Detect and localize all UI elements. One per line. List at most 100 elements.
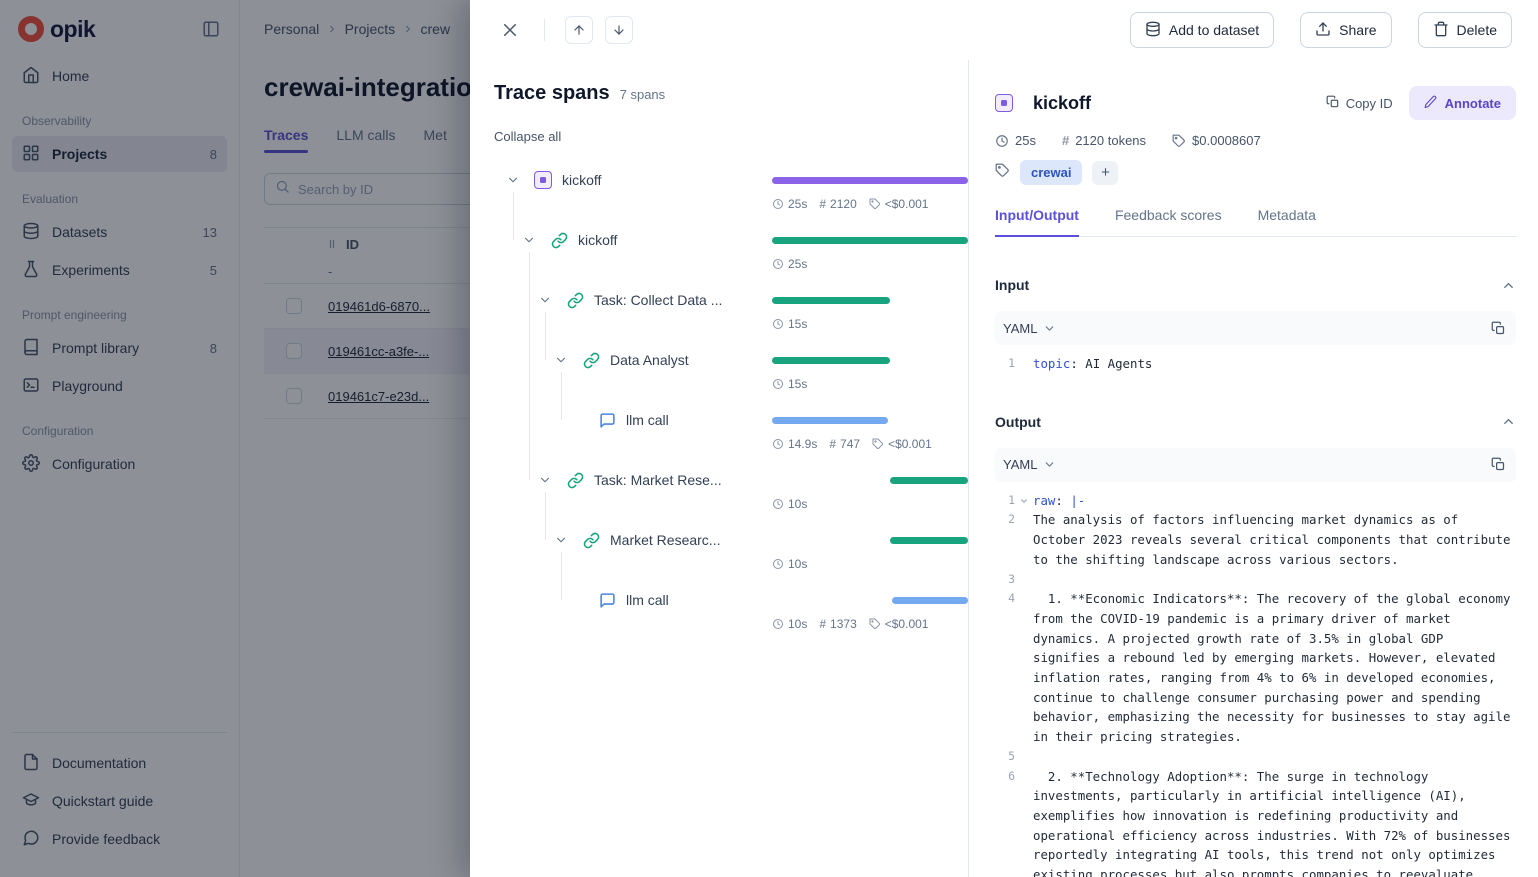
code-line: 2 The analysis of factors influencing ma…: [995, 510, 1516, 569]
output-format-bar: YAML: [995, 448, 1516, 482]
span-label: llm call: [626, 592, 669, 608]
hash-icon: #: [829, 437, 836, 451]
span-stats: 15s: [772, 317, 807, 331]
database-plus-icon: [1145, 21, 1161, 40]
format-select[interactable]: YAML: [1003, 457, 1056, 472]
span-stats: 25s #2120 <$0.001: [772, 197, 928, 211]
clock-icon: [772, 198, 784, 210]
span-label: kickoff: [578, 232, 617, 248]
span-row[interactable]: kickoff 25s: [494, 226, 944, 286]
fold-icon[interactable]: [1015, 491, 1033, 511]
copy-icon[interactable]: [1491, 321, 1506, 336]
copy-icon: [1326, 95, 1340, 112]
format-select[interactable]: YAML: [1003, 321, 1056, 336]
trace-cost: $0.0008607: [1192, 133, 1261, 148]
tab-metadata[interactable]: Metadata: [1258, 207, 1316, 236]
format-label: YAML: [1003, 321, 1037, 336]
button-label: Annotate: [1445, 96, 1501, 111]
span-label: Task: Collect Data ...: [594, 292, 722, 308]
close-icon[interactable]: [496, 16, 524, 44]
chat-bubble-icon: [598, 591, 616, 609]
span-label: kickoff: [562, 172, 601, 188]
arrow-up-button[interactable]: [565, 16, 593, 44]
annotate-button[interactable]: Annotate: [1409, 86, 1516, 120]
span-row[interactable]: kickoff 25s #2120 <$0.001: [494, 166, 944, 226]
span-row[interactable]: Market Researc... 10s: [494, 526, 944, 586]
duration-bar: [772, 417, 968, 424]
collapse-all-button[interactable]: Collapse all: [494, 129, 561, 144]
trace-icon: [995, 94, 1013, 112]
duration-bar: [772, 597, 968, 604]
span-row[interactable]: Task: Market Rese... 10s: [494, 466, 944, 526]
output-code-block: 1 raw: |- 2 The analysis of factors infl…: [995, 491, 1516, 877]
span-label: Market Researc...: [610, 532, 720, 548]
chevron-down-icon[interactable]: [537, 472, 553, 488]
link-icon: [582, 351, 600, 369]
add-to-dataset-button[interactable]: Add to dataset: [1130, 12, 1274, 48]
price-tag-icon: [1172, 134, 1186, 148]
trace-icon: [534, 171, 552, 189]
drawer-toolbar: Add to dataset Share Delete: [470, 0, 1538, 60]
arrow-down-button[interactable]: [605, 16, 633, 44]
duration-bar: [772, 237, 968, 244]
tag-crewai[interactable]: crewai: [1020, 160, 1082, 185]
code-line: 6 2. **Technology Adoption**: The surge …: [995, 767, 1516, 877]
tab-feedback-scores[interactable]: Feedback scores: [1115, 207, 1222, 236]
trace-tags: crewai +: [995, 160, 1516, 185]
span-row[interactable]: Data Analyst 15s: [494, 346, 944, 406]
copy-id-button[interactable]: Copy ID: [1326, 95, 1393, 112]
clock-icon: [772, 258, 784, 270]
span-label: llm call: [626, 412, 669, 428]
hash-icon: #: [819, 617, 826, 631]
output-section-header[interactable]: Output: [995, 414, 1516, 430]
duration-bar: [772, 357, 968, 364]
duration-bar: [772, 177, 968, 184]
input-section-header[interactable]: Input: [995, 277, 1516, 293]
span-stats: 14.9s #747 <$0.001: [772, 437, 932, 451]
app-root: opik Home Observability Projects 8 Evalu…: [0, 0, 1538, 877]
button-label: Share: [1339, 22, 1376, 38]
chevron-down-icon[interactable]: [553, 532, 569, 548]
clock-icon: [995, 134, 1009, 148]
chevron-up-icon[interactable]: [1501, 414, 1516, 429]
hash-icon: #: [1062, 133, 1069, 148]
link-icon: [566, 471, 584, 489]
delete-button[interactable]: Delete: [1418, 12, 1512, 48]
code-line: 3: [995, 570, 1516, 590]
trace-stats: 25s #2120 tokens $0.0008607: [995, 133, 1516, 148]
price-tag-icon: [869, 618, 881, 630]
input-heading: Input: [995, 277, 1029, 293]
code-line: 1 raw: |-: [995, 491, 1516, 511]
share-button[interactable]: Share: [1300, 12, 1391, 48]
add-tag-button[interactable]: +: [1092, 161, 1118, 185]
chevron-down-icon[interactable]: [505, 172, 521, 188]
trash-icon: [1433, 21, 1449, 40]
share-icon: [1315, 21, 1331, 40]
span-label: Data Analyst: [610, 352, 689, 368]
tag-icon: [995, 163, 1010, 183]
chevron-down-icon[interactable]: [553, 352, 569, 368]
span-stats: 25s: [772, 257, 807, 271]
clock-icon: [772, 378, 784, 390]
link-icon: [566, 291, 584, 309]
span-row[interactable]: llm call 14.9s #747 <$0.001: [494, 406, 944, 466]
input-format-bar: YAML: [995, 311, 1516, 345]
duration-bar: [772, 477, 968, 484]
span-row[interactable]: Task: Collect Data ... 15s: [494, 286, 944, 346]
output-heading: Output: [995, 414, 1041, 430]
chevron-up-icon[interactable]: [1501, 278, 1516, 293]
price-tag-icon: [872, 438, 884, 450]
clock-icon: [772, 318, 784, 330]
tab-input-output[interactable]: Input/Output: [995, 207, 1079, 237]
trace-title: kickoff: [1033, 93, 1326, 114]
chevron-down-icon[interactable]: [521, 232, 537, 248]
trace-tokens: 2120 tokens: [1075, 133, 1146, 148]
spans-title: Trace spans: [494, 82, 610, 105]
clock-icon: [772, 618, 784, 630]
chevron-down-icon[interactable]: [537, 292, 553, 308]
span-stats: 10s: [772, 557, 807, 571]
copy-icon[interactable]: [1491, 457, 1506, 472]
format-label: YAML: [1003, 457, 1037, 472]
span-row[interactable]: llm call 10s #1373 <$0.001: [494, 586, 944, 646]
button-label: Delete: [1457, 22, 1497, 38]
